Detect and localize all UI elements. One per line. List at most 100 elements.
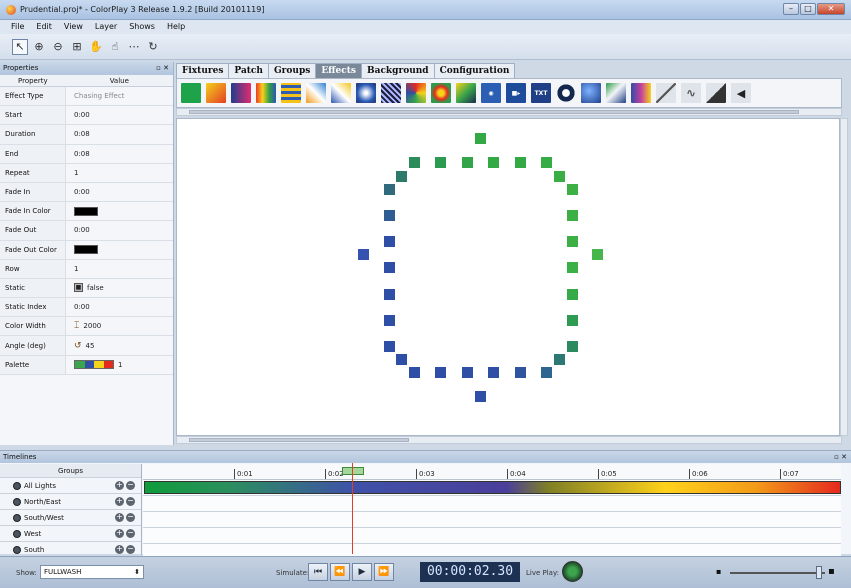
prop-row[interactable]: Effect Type Chasing Effect (0, 87, 173, 107)
prop-row[interactable]: Repeat 1 (0, 163, 173, 183)
prop-value[interactable]: ■ false (66, 283, 104, 293)
track-row[interactable] (143, 528, 841, 544)
menu-layer[interactable]: Layer (94, 20, 118, 34)
fixture-pixel[interactable] (396, 354, 407, 365)
prop-row[interactable]: Static ■ false (0, 278, 173, 299)
prop-row[interactable]: Palette 1 (0, 355, 173, 375)
prop-value[interactable]: 0:00 (66, 111, 90, 119)
panel-close-icon[interactable]: ▫ ✕ (156, 62, 169, 75)
prop-value[interactable]: 1 (66, 169, 78, 177)
canvas-horizontal-scrollbar[interactable] (176, 436, 842, 444)
fixture-pixel[interactable] (384, 184, 395, 195)
fixture-pixel[interactable] (475, 391, 486, 402)
zoom-in-icon[interactable]: ⊕ (31, 39, 47, 55)
zoom-slider-thumb[interactable] (816, 566, 822, 579)
grid-icon[interactable]: ⋯ (126, 39, 142, 55)
menu-shows[interactable]: Shows (128, 20, 156, 34)
fixture-pixel[interactable] (567, 184, 578, 195)
tab-configuration[interactable]: Configuration (433, 63, 516, 78)
txt-icon[interactable]: TXT (531, 83, 551, 103)
diag-lines-effect-icon[interactable] (381, 83, 401, 103)
remove-icon[interactable]: − (126, 545, 135, 554)
fixture-pixel[interactable] (384, 210, 395, 221)
fixture-pixel[interactable] (409, 367, 420, 378)
add-icon[interactable]: + (115, 497, 124, 506)
photo-icon[interactable] (606, 83, 626, 103)
fixture-pixel[interactable] (384, 289, 395, 300)
menu-file[interactable]: File (10, 20, 25, 34)
pan-hand-icon[interactable]: ✋ (88, 39, 104, 55)
prop-value[interactable]: 0:08 (66, 130, 90, 138)
fixture-pixel[interactable] (567, 262, 578, 273)
fixture-pixel[interactable] (384, 236, 395, 247)
fixture-pixel[interactable] (567, 236, 578, 247)
fixture-pixel[interactable] (592, 249, 603, 260)
prop-row[interactable]: Start 0:00 (0, 106, 173, 126)
fan-effect-icon[interactable] (406, 83, 426, 103)
visibility-icon[interactable] (13, 497, 21, 506)
prop-value[interactable] (66, 245, 98, 255)
canvas-vertical-scrollbar[interactable] (840, 118, 848, 436)
palette-swatch[interactable] (74, 360, 114, 370)
menu-help[interactable]: Help (166, 20, 186, 34)
fade-in-color-swatch[interactable] (74, 206, 98, 216)
live-play-button[interactable] (562, 561, 583, 582)
gradient-orange-effect-icon[interactable] (206, 83, 226, 103)
add-icon[interactable]: + (115, 529, 124, 538)
rewind-icon[interactable]: ⏪ (330, 563, 350, 581)
group-row[interactable]: All Lights + − (0, 478, 141, 494)
prop-value[interactable]: 0:00 (66, 303, 90, 311)
time-ruler[interactable]: 0:01 0:02 0:03 0:04 0:05 0:06 0:07 (143, 464, 841, 480)
playhead[interactable] (352, 463, 353, 554)
zoom-slider-track[interactable] (730, 572, 825, 574)
tab-patch[interactable]: Patch (228, 63, 269, 78)
remove-icon[interactable]: − (126, 481, 135, 490)
tab-groups[interactable]: Groups (267, 63, 317, 78)
show-select[interactable]: FULLWASH ⬍ (40, 565, 144, 579)
prop-row[interactable]: Fade Out 0:00 (0, 221, 173, 241)
fixture-pixel[interactable] (554, 171, 565, 182)
rainbow-bars-effect-icon[interactable] (256, 83, 276, 103)
static-checkbox[interactable]: ■ (74, 283, 83, 293)
camera-icon[interactable]: ◉ (481, 83, 501, 103)
fixture-pixel[interactable] (475, 133, 486, 144)
fixture-pixel[interactable] (396, 171, 407, 182)
fixture-pixel[interactable] (488, 157, 499, 168)
minimize-button[interactable]: – (783, 3, 799, 15)
fixture-pixel[interactable] (541, 157, 552, 168)
effect-clip[interactable] (144, 481, 841, 494)
track-row[interactable] (143, 480, 841, 496)
prop-row[interactable]: Row 1 (0, 259, 173, 279)
bars-effect-icon[interactable] (631, 83, 651, 103)
fixture-pixel[interactable] (384, 262, 395, 273)
video-icon[interactable]: ■▸ (506, 83, 526, 103)
gradient-blue-effect-icon[interactable] (231, 83, 251, 103)
play-icon[interactable]: ▶ (352, 563, 372, 581)
fixture-pixel[interactable] (435, 157, 446, 168)
prop-value[interactable] (66, 206, 98, 216)
line-effect-icon[interactable] (656, 83, 676, 103)
fixture-pixel[interactable] (409, 157, 420, 168)
wedge-effect-icon[interactable] (706, 83, 726, 103)
maximize-button[interactable]: □ (800, 3, 816, 15)
track-row[interactable] (143, 496, 841, 512)
menu-view[interactable]: View (63, 20, 84, 34)
menu-edit[interactable]: Edit (35, 20, 53, 34)
curve-effect-icon[interactable]: ∿ (681, 83, 701, 103)
close-button[interactable]: ✕ (817, 3, 845, 15)
rotate-icon[interactable]: ↻ (145, 39, 161, 55)
fixture-pixel[interactable] (384, 315, 395, 326)
prop-row[interactable]: Color Width ⌶ 2000 (0, 317, 173, 337)
fixture-pixel[interactable] (462, 367, 473, 378)
playhead-handle[interactable] (342, 467, 364, 475)
fast-forward-icon[interactable]: ⏩ (374, 563, 394, 581)
tab-fixtures[interactable]: Fixtures (176, 63, 230, 78)
prop-value[interactable]: 0:00 (66, 226, 90, 234)
prop-row[interactable]: Fade In 0:00 (0, 182, 173, 203)
diag-gradient-effect-icon[interactable] (306, 83, 326, 103)
cube-effect-icon[interactable] (456, 83, 476, 103)
fixture-canvas[interactable] (176, 118, 840, 436)
zoom-fit-icon[interactable]: ⊞ (69, 39, 85, 55)
more-effects-icon[interactable]: ◀ (731, 83, 751, 103)
prop-value[interactable]: 0:00 (66, 188, 90, 196)
